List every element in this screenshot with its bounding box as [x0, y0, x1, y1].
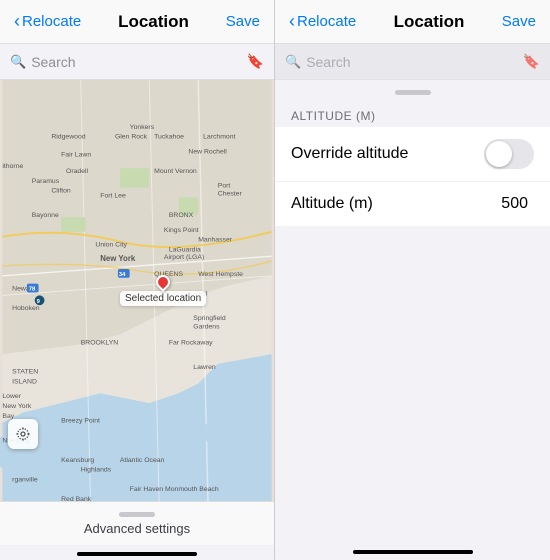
override-altitude-row: Override altitude	[275, 127, 550, 182]
right-search-icon: 🔍	[285, 54, 301, 70]
home-indicator-right	[353, 550, 473, 554]
svg-text:New Rochell: New Rochell	[188, 148, 227, 155]
left-save-button[interactable]: Save	[226, 13, 260, 30]
pin-label: Selected location	[120, 291, 206, 306]
svg-text:Oradell: Oradell	[66, 168, 89, 175]
left-chevron-icon: ‹	[14, 11, 20, 32]
svg-text:Clifton: Clifton	[51, 188, 71, 195]
home-indicator-left	[77, 552, 197, 556]
right-chevron-icon: ‹	[289, 11, 295, 32]
sheet-handle-area[interactable]	[275, 80, 550, 101]
svg-text:ithorne: ithorne	[2, 163, 23, 170]
svg-text:New York: New York	[2, 403, 31, 410]
right-save-button[interactable]: Save	[502, 13, 536, 30]
left-search-input[interactable]	[31, 54, 231, 70]
map-container[interactable]: New York Newark Hoboken BRONX QUEENS BRO…	[0, 80, 274, 501]
svg-text:Glen Rock: Glen Rock	[115, 134, 148, 141]
svg-text:Manhasser: Manhasser	[198, 237, 233, 244]
svg-text:Lower: Lower	[2, 393, 21, 400]
svg-text:Atlantic Ocean: Atlantic Ocean	[120, 457, 165, 464]
left-bookmark-icon[interactable]: 🔖	[247, 53, 264, 70]
svg-text:Hoboken: Hoboken	[12, 305, 40, 312]
svg-text:STATEN: STATEN	[12, 369, 38, 376]
svg-text:LaGuardia: LaGuardia	[169, 246, 201, 253]
svg-text:New York: New York	[100, 254, 136, 263]
toggle-knob	[486, 141, 512, 167]
svg-text:BROOKLYN: BROOKLYN	[81, 339, 119, 346]
svg-text:Fort Lee: Fort Lee	[100, 192, 126, 199]
right-back-label: Relocate	[297, 13, 356, 30]
svg-text:Mount Vernon: Mount Vernon	[154, 168, 197, 175]
svg-text:Highlands: Highlands	[81, 467, 112, 474]
advanced-settings-label[interactable]: Advanced settings	[84, 521, 190, 536]
left-nav-bar: ‹ Relocate Location Save	[0, 0, 274, 44]
svg-text:Fair Haven Monmouth Beach: Fair Haven Monmouth Beach	[130, 486, 219, 493]
svg-text:Breezy Point: Breezy Point	[61, 418, 100, 425]
altitude-value-row: Altitude (m) 500	[275, 182, 550, 226]
right-nav-title: Location	[394, 12, 465, 32]
svg-text:Larchmont: Larchmont	[203, 134, 235, 141]
right-bookmark-icon: 🔖	[523, 53, 540, 70]
pin-dot	[153, 272, 173, 292]
left-search-bar: 🔍 🔖	[0, 44, 274, 80]
svg-text:Ridgewood: Ridgewood	[51, 134, 85, 141]
svg-text:Tuckahoe: Tuckahoe	[154, 134, 184, 141]
svg-text:Springfield: Springfield	[193, 315, 226, 322]
svg-text:Union City: Union City	[95, 241, 127, 248]
right-search-input[interactable]	[306, 54, 496, 70]
override-altitude-label: Override altitude	[291, 145, 484, 163]
override-altitude-toggle[interactable]	[484, 139, 534, 169]
right-back-button[interactable]: ‹ Relocate	[289, 11, 356, 32]
left-search-icon: 🔍	[10, 54, 26, 70]
altitude-settings-group: Override altitude Altitude (m) 500	[275, 127, 550, 226]
altitude-label: Altitude (m)	[291, 195, 501, 213]
svg-text:Airport (LGA): Airport (LGA)	[164, 254, 204, 261]
svg-text:Yonkers: Yonkers	[130, 124, 155, 131]
left-panel: ‹ Relocate Location Save 🔍 🔖	[0, 0, 275, 560]
svg-text:Chester: Chester	[218, 191, 243, 198]
svg-text:Fair Lawn: Fair Lawn	[61, 151, 91, 158]
svg-text:Lawren: Lawren	[193, 364, 216, 371]
left-nav-title: Location	[118, 12, 189, 32]
sheet-drag-handle[interactable]	[395, 90, 431, 95]
right-nav-bar: ‹ Relocate Location Save	[275, 0, 550, 44]
bottom-drag-handle[interactable]	[119, 512, 155, 517]
settings-content: ALTITUDE (M) Override altitude Altitude …	[275, 101, 550, 516]
svg-text:Kings Point: Kings Point	[164, 227, 199, 234]
altitude-value: 500	[501, 195, 528, 213]
left-bottom-bar[interactable]: Advanced settings	[0, 501, 274, 545]
svg-text:Bayonne: Bayonne	[32, 212, 59, 219]
svg-text:78: 78	[29, 287, 36, 293]
svg-text:Keansburg: Keansburg	[61, 457, 94, 464]
svg-text:ISLAND: ISLAND	[12, 379, 37, 386]
right-search-bar: 🔍 🔖	[275, 44, 550, 80]
left-back-label: Relocate	[22, 13, 81, 30]
svg-text:Gardens: Gardens	[193, 324, 220, 331]
svg-text:Far Rockaway: Far Rockaway	[169, 339, 213, 346]
location-pin: Selected location	[120, 275, 206, 306]
right-bottom-bar	[275, 516, 550, 560]
altitude-section-header: ALTITUDE (M)	[275, 101, 550, 127]
right-panel: ‹ Relocate Location Save 🔍 🔖 ALTITUDE (M…	[275, 0, 550, 560]
svg-text:Port: Port	[218, 183, 231, 190]
svg-text:Paramus: Paramus	[32, 178, 60, 185]
left-back-button[interactable]: ‹ Relocate	[14, 11, 81, 32]
locate-button[interactable]	[8, 419, 38, 449]
svg-text:rganville: rganville	[12, 476, 38, 483]
svg-text:BRONX: BRONX	[169, 212, 194, 219]
